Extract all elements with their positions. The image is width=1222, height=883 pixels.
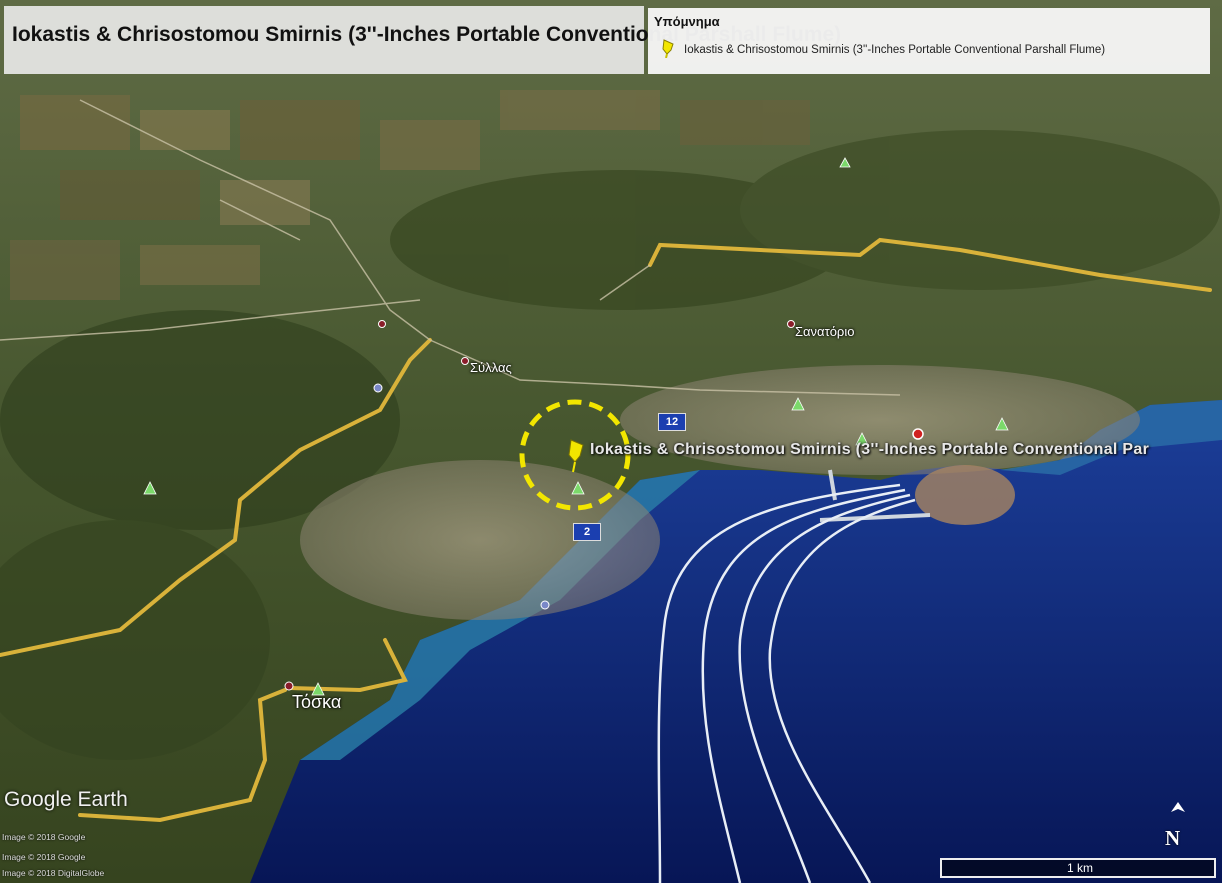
place-label-syllas: Σύλλας: [470, 360, 512, 375]
legend: Υπόμνημα Iokastis & Chrisostomou Smirnis…: [648, 8, 1210, 74]
image-credit: Image © 2018 Google: [2, 852, 86, 862]
route-shield: 2: [573, 523, 601, 541]
city-area: [300, 460, 660, 620]
legend-item-label: Iokastis & Chrisostomou Smirnis (3''-Inc…: [684, 44, 1106, 56]
title-bar: Iokastis & Chrisostomou Smirnis (3''-Inc…: [4, 6, 841, 74]
site-label[interactable]: Iokastis & Chrisostomou Smirnis (3''-Inc…: [590, 441, 1149, 459]
image-credit: Image © 2018 Google: [2, 832, 86, 842]
scale-bar: 1 km: [940, 858, 1216, 878]
place-label-tosca: Τόσκα: [292, 692, 342, 712]
scale-label: 1 km: [1066, 861, 1093, 875]
route-shield: 12: [658, 413, 686, 431]
image-credit: Image © 2018 DigitalGlobe: [2, 868, 105, 878]
legend-title: Υπόμνημα: [654, 14, 720, 29]
location-pin-icon: [662, 39, 674, 58]
place-label-sanatorio: Σανατόριο: [795, 324, 855, 339]
google-earth-logo: Google Earth: [4, 788, 128, 811]
north-label: N: [1165, 826, 1181, 850]
